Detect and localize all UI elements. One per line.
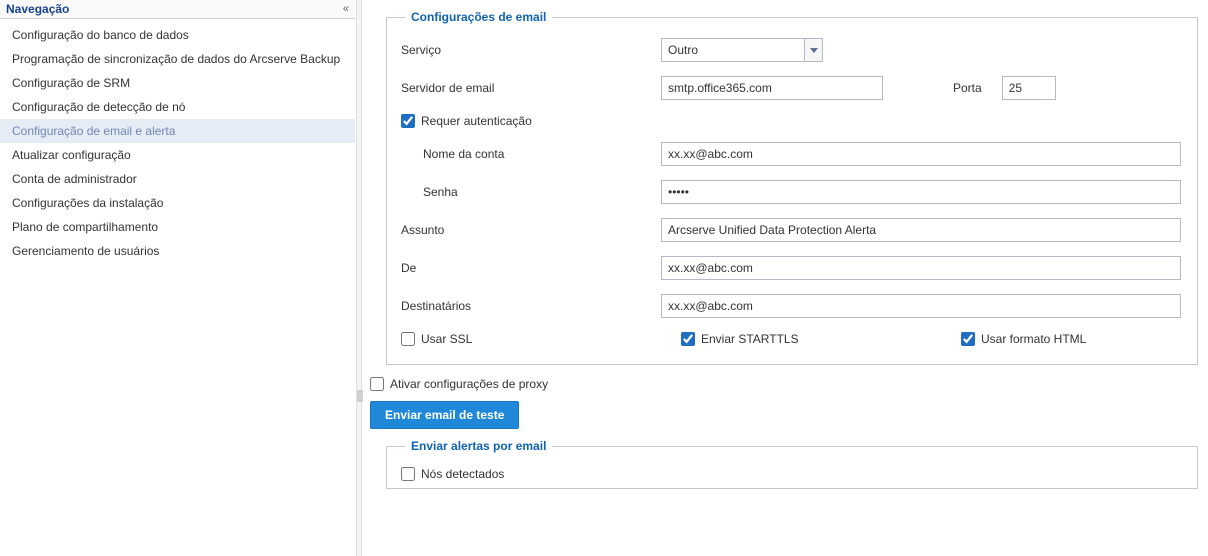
enable-proxy-checkbox[interactable]: Ativar configurações de proxy (370, 377, 548, 391)
dropdown-trigger-icon[interactable] (805, 38, 823, 62)
email-settings-legend: Configurações de email (405, 10, 552, 24)
port-label: Porta (953, 81, 982, 95)
service-label: Serviço (401, 43, 661, 57)
use-ssl-input[interactable] (401, 332, 415, 346)
service-value[interactable] (661, 38, 805, 62)
enable-proxy-input[interactable] (370, 377, 384, 391)
mail-server-label: Servidor de email (401, 81, 661, 95)
sidebar-item-admin-account[interactable]: Conta de administrador (0, 167, 355, 191)
mail-server-input[interactable] (661, 76, 883, 100)
nav-list: Configuração do banco de dados Programaç… (0, 19, 355, 263)
send-test-email-button[interactable]: Enviar email de teste (370, 401, 519, 429)
email-settings-group: Configurações de email Serviço Servidor … (386, 10, 1198, 365)
service-select[interactable] (661, 38, 823, 62)
sidebar-item-node-detect[interactable]: Configuração de detecção de nó (0, 95, 355, 119)
port-input[interactable] (1002, 76, 1056, 100)
recipients-label: Destinatários (401, 299, 661, 313)
from-label: De (401, 261, 661, 275)
send-alerts-legend: Enviar alertas por email (405, 439, 552, 453)
sidebar-item-email-alert[interactable]: Configuração de email e alerta (0, 119, 355, 143)
sidebar-item-db-config[interactable]: Configuração do banco de dados (0, 23, 355, 47)
account-name-input[interactable] (661, 142, 1181, 166)
sidebar: Navegação « Configuração do banco de dad… (0, 0, 356, 556)
sidebar-header: Navegação « (0, 0, 355, 19)
requires-auth-label: Requer autenticação (421, 114, 532, 128)
use-ssl-checkbox[interactable]: Usar SSL (401, 332, 681, 346)
use-html-checkbox[interactable]: Usar formato HTML (961, 332, 1086, 346)
send-starttls-checkbox[interactable]: Enviar STARTTLS (681, 332, 961, 346)
from-input[interactable] (661, 256, 1181, 280)
account-name-label: Nome da conta (401, 147, 661, 161)
use-html-input[interactable] (961, 332, 975, 346)
recipients-input[interactable] (661, 294, 1181, 318)
sidebar-item-update-config[interactable]: Atualizar configuração (0, 143, 355, 167)
main-panel: Configurações de email Serviço Servidor … (362, 0, 1208, 556)
requires-auth-checkbox[interactable]: Requer autenticação (401, 114, 532, 128)
collapse-icon[interactable]: « (343, 3, 349, 15)
password-input[interactable] (661, 180, 1181, 204)
sidebar-item-srm[interactable]: Configuração de SRM (0, 71, 355, 95)
subject-input[interactable] (661, 218, 1181, 242)
send-starttls-label: Enviar STARTTLS (701, 332, 799, 346)
splitter[interactable] (356, 0, 362, 556)
send-alerts-group: Enviar alertas por email Nós detectados (386, 439, 1198, 489)
nodes-detected-label: Nós detectados (421, 467, 504, 481)
nav-title: Navegação (6, 2, 69, 16)
password-label: Senha (401, 185, 661, 199)
requires-auth-input[interactable] (401, 114, 415, 128)
nodes-detected-checkbox[interactable]: Nós detectados (401, 467, 504, 481)
enable-proxy-label: Ativar configurações de proxy (390, 377, 548, 391)
subject-label: Assunto (401, 223, 661, 237)
sidebar-item-sync-schedule[interactable]: Programação de sincronização de dados do… (0, 47, 355, 71)
send-starttls-input[interactable] (681, 332, 695, 346)
nodes-detected-input[interactable] (401, 467, 415, 481)
sidebar-item-install-config[interactable]: Configurações da instalação (0, 191, 355, 215)
use-html-label: Usar formato HTML (981, 332, 1086, 346)
use-ssl-label: Usar SSL (421, 332, 472, 346)
sidebar-item-user-mgmt[interactable]: Gerenciamento de usuários (0, 239, 355, 263)
sidebar-item-share-plan[interactable]: Plano de compartilhamento (0, 215, 355, 239)
